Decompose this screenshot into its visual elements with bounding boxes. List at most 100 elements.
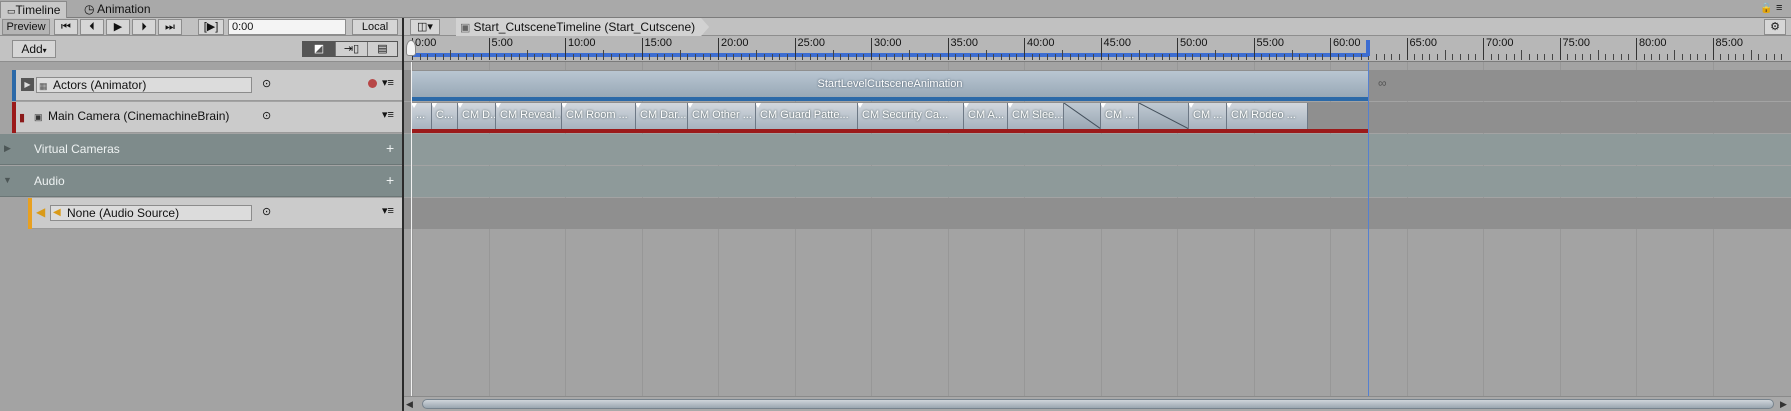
ruler-minor-tick: [1505, 54, 1507, 60]
ruler-major-tick: [1712, 38, 1714, 60]
camera-clip[interactable]: CM Security Ca...: [858, 103, 964, 129]
ruler-minor-tick: [695, 54, 697, 60]
current-time-field[interactable]: 0:00: [228, 19, 346, 35]
audio-source-binding-field[interactable]: ◀ None (Audio Source): [50, 205, 252, 221]
play-range-end-marker[interactable]: [1366, 40, 1370, 56]
main-camera-binding-field[interactable]: ▣ Main Camera (CinemachineBrain): [34, 109, 262, 125]
add-track-to-group-button[interactable]: +: [386, 172, 394, 188]
clip-start-marker: [1008, 103, 1013, 108]
camera-clip[interactable]: CM D...: [458, 103, 496, 129]
ripple-mode-button[interactable]: ⇥▯: [335, 42, 367, 56]
camera-clip[interactable]: CM ...: [1189, 103, 1227, 129]
previous-frame-button[interactable]: ⏴: [80, 19, 104, 35]
preview-button[interactable]: Preview: [2, 19, 50, 35]
camera-clip[interactable]: CM Reveal...: [496, 103, 562, 129]
ruler-minor-tick: [1138, 50, 1140, 60]
ruler-minor-tick: [771, 54, 773, 60]
settings-button[interactable]: ⚙: [1764, 19, 1786, 35]
ruler-minor-tick: [1085, 54, 1087, 60]
scroll-left-icon[interactable]: ◀: [406, 399, 413, 410]
ruler-label: 45:00: [1103, 37, 1132, 49]
time-ruler[interactable]: 0:00 5:00 10:00 15:00 20:00 25:00 30:00 35:00 40…: [404, 36, 1791, 62]
track-list-toggle-button[interactable]: ◫▾: [410, 19, 440, 35]
previous-frame-icon: ⏴: [89, 21, 95, 33]
tab-timeline[interactable]: ▭Timeline: [0, 1, 68, 18]
camera-clip[interactable]: C...: [432, 103, 458, 129]
camera-clip[interactable]: [1139, 103, 1189, 129]
play-button[interactable]: ▶: [106, 19, 130, 35]
track-menu-icon[interactable]: ▾≡: [382, 76, 394, 89]
playhead-handle[interactable]: [406, 40, 416, 56]
camera-clip[interactable]: CM A...: [964, 103, 1008, 129]
add-button[interactable]: Add▾: [12, 40, 56, 58]
scroll-right-icon[interactable]: ▶: [1780, 399, 1787, 410]
clip-start-marker: [858, 103, 863, 108]
actors-clip-underline: [412, 97, 1368, 101]
camera-clip[interactable]: CM Guard Patte...: [756, 103, 858, 129]
ruler-minor-tick: [985, 50, 987, 60]
camera-clip[interactable]: CM Slee...: [1008, 103, 1064, 129]
camera-clip[interactable]: [1064, 103, 1101, 129]
ruler-minor-tick: [633, 54, 635, 60]
ruler-minor-tick: [618, 54, 620, 60]
tab-animation[interactable]: ◷ Animation: [78, 1, 157, 18]
track-group-virtual-cameras[interactable]: ▶ Virtual Cameras +: [0, 134, 402, 165]
replace-mode-button[interactable]: ▤: [367, 42, 397, 56]
next-frame-button[interactable]: ⏵: [132, 19, 156, 35]
clip-label: ...: [416, 109, 426, 121]
object-picker-icon[interactable]: ⊙: [262, 109, 271, 122]
camera-clip[interactable]: CM ...: [1101, 103, 1139, 129]
camera-clip[interactable]: CM Dar...: [636, 103, 688, 129]
ruler-minor-tick: [1092, 54, 1094, 60]
object-picker-icon[interactable]: ⊙: [262, 77, 271, 90]
breadcrumb[interactable]: ▣ Start_CutsceneTimeline (Start_Cutscene…: [456, 18, 709, 36]
window-menu-icon[interactable]: ≡: [1776, 2, 1782, 14]
track-group-audio[interactable]: ▼ Audio +: [0, 166, 402, 197]
ruler-label: 65:00: [1409, 37, 1438, 49]
track-header-audio-source[interactable]: ◀ ◀ None (Audio Source) ⊙ ▾≡: [28, 198, 402, 229]
ruler-minor-tick: [679, 50, 681, 60]
ruler-minor-tick: [1590, 54, 1592, 60]
ruler-minor-tick: [1536, 54, 1538, 60]
ruler-minor-tick: [1375, 54, 1377, 60]
ruler-minor-tick: [1131, 54, 1133, 60]
lock-icon[interactable]: 🔒: [1760, 3, 1772, 14]
actors-binding-field[interactable]: ▦ Actors (Animator): [36, 77, 252, 93]
ruler-label: 35:00: [950, 37, 979, 49]
ruler-minor-tick: [1146, 54, 1148, 60]
ruler-label: 20:00: [721, 37, 749, 49]
go-to-start-button[interactable]: ⏮: [54, 19, 78, 35]
horizontal-scrollbar[interactable]: ◀ ▶: [404, 396, 1791, 411]
scrollbar-thumb[interactable]: [422, 399, 1774, 409]
camera-clip[interactable]: CM Room ...: [562, 103, 636, 129]
add-track-to-group-button[interactable]: +: [386, 140, 394, 156]
go-to-end-button[interactable]: ⏭: [158, 19, 182, 35]
ruler-minor-tick: [442, 54, 444, 60]
ruler-major-tick: [1330, 38, 1331, 60]
mix-mode-button[interactable]: ◩: [303, 42, 335, 56]
track-menu-icon[interactable]: ▾≡: [382, 108, 394, 121]
ruler-minor-tick: [1437, 54, 1439, 60]
track-header-main-camera[interactable]: ▮ ▣ Main Camera (CinemachineBrain) ⊙ ▾≡: [12, 102, 402, 133]
play-range-button[interactable]: [▶]: [198, 19, 224, 35]
ruler-minor-tick: [1062, 50, 1064, 60]
ruler-minor-tick: [1337, 54, 1339, 60]
clip-start-marker: [1227, 103, 1232, 108]
collapse-arrow-icon[interactable]: ▼: [3, 175, 12, 185]
ruler-major-tick: [1024, 38, 1025, 60]
expand-arrow-icon[interactable]: ▶: [4, 143, 11, 154]
track-header-actors[interactable]: ▶ ▦ Actors (Animator) ⊙ ▾≡: [12, 70, 402, 101]
camera-clip[interactable]: CM Other ...: [688, 103, 756, 129]
camera-clip[interactable]: ...: [412, 103, 432, 129]
record-icon[interactable]: [368, 79, 377, 88]
camera-clip[interactable]: CM Rodeo ...: [1227, 103, 1308, 129]
object-picker-icon[interactable]: ⊙: [262, 205, 271, 218]
ruler-minor-tick: [434, 54, 436, 60]
local-button[interactable]: Local: [352, 19, 398, 35]
clip-start-level-cutscene-animation[interactable]: StartLevelCutsceneAnimation: [412, 71, 1368, 97]
track-menu-icon[interactable]: ▾≡: [382, 204, 394, 217]
ruler-minor-tick: [809, 54, 811, 60]
ruler-minor-tick: [1697, 54, 1699, 60]
ruler-minor-tick: [1008, 54, 1010, 60]
clip-label: CM Other ...: [692, 109, 752, 121]
